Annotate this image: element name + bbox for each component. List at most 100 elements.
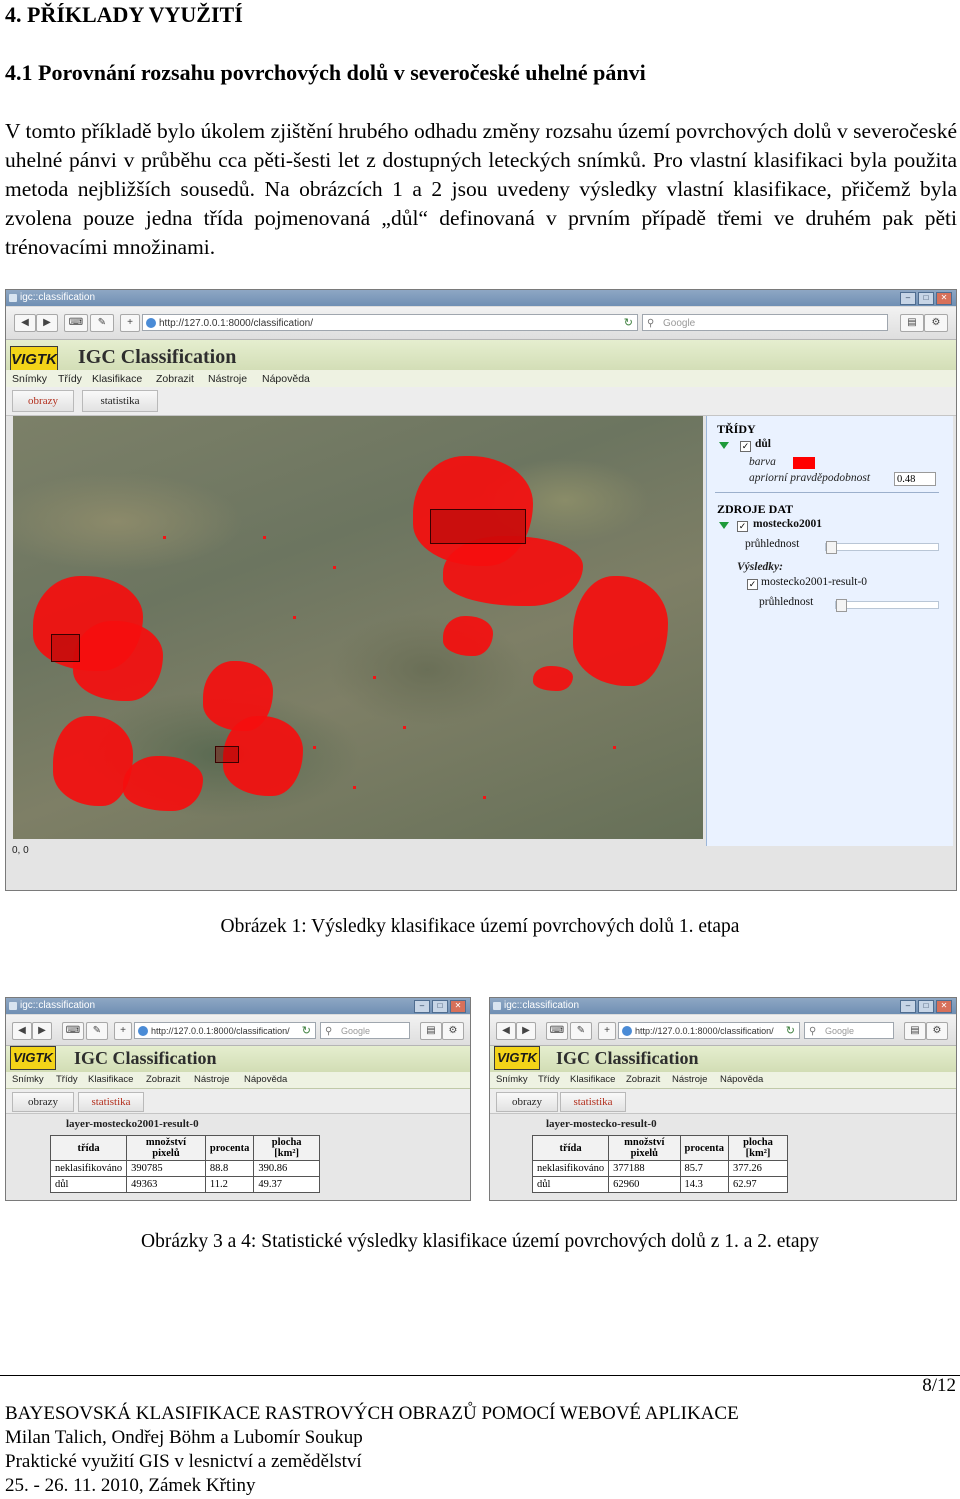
expand-triangle-icon[interactable] <box>719 442 729 449</box>
maximize-icon[interactable]: □ <box>918 292 934 305</box>
menu-zobrazit[interactable]: Zobrazit <box>626 1074 660 1085</box>
table-row: důl 49363 11.2 49.37 <box>49 1176 320 1193</box>
prior-label: apriorní pravděpodobnost <box>749 472 871 484</box>
search-input[interactable]: ⚲ Google <box>320 1022 410 1039</box>
class-color-swatch[interactable] <box>793 457 815 469</box>
tab-obrazy[interactable]: obrazy <box>12 390 74 412</box>
menu-klasifikace[interactable]: Klasifikace <box>570 1074 615 1085</box>
close-icon[interactable]: ✕ <box>450 1000 466 1013</box>
page-menu-icon[interactable]: ▤ <box>420 1022 442 1040</box>
forward-button[interactable]: ▶ <box>36 314 58 332</box>
training-set-box[interactable] <box>430 509 526 544</box>
close-icon[interactable]: ✕ <box>936 1000 952 1013</box>
aerial-map[interactable] <box>13 416 703 839</box>
menu-nastroje[interactable]: Nástroje <box>194 1074 229 1085</box>
menu-snimky[interactable]: Snímky <box>12 1074 44 1085</box>
gear-icon[interactable]: ⚙ <box>442 1022 464 1040</box>
table-row: neklasifikováno 377188 85.7 377.26 <box>531 1160 788 1177</box>
close-icon[interactable]: ✕ <box>936 292 952 305</box>
figure-3-4-caption: Obrázky 3 a 4: Statistické výsledky klas… <box>141 1231 819 1252</box>
keyboard-icon[interactable]: ⌨ <box>546 1022 568 1040</box>
page-menu-icon[interactable]: ▤ <box>904 1022 926 1040</box>
minimize-icon[interactable]: – <box>900 1000 916 1013</box>
cell: 390785 <box>126 1160 206 1177</box>
tab-statistika[interactable]: statistika <box>560 1092 626 1112</box>
reload-icon[interactable]: ↻ <box>302 1023 311 1040</box>
search-placeholder: Google <box>663 318 696 329</box>
data-source-checkbox[interactable]: ✓ <box>737 521 748 532</box>
menu-napoveda[interactable]: Nápověda <box>262 373 310 385</box>
browser-toolbar: ◀ ▶ ⌨ ✎ + http://127.0.0.1:8000/classifi… <box>6 1015 470 1046</box>
search-input[interactable]: ⚲ Google <box>804 1022 894 1039</box>
back-button[interactable]: ◀ <box>12 1022 32 1040</box>
page-number: 8/12 <box>922 1375 956 1396</box>
app-menubar: Snímky Třídy Klasifikace Zobrazit Nástro… <box>490 1072 956 1089</box>
reload-icon[interactable]: ↻ <box>786 1023 795 1040</box>
back-button[interactable]: ◀ <box>496 1022 516 1040</box>
menu-tridy[interactable]: Třídy <box>56 1074 78 1085</box>
menu-napoveda[interactable]: Nápověda <box>720 1074 763 1085</box>
menu-zobrazit[interactable]: Zobrazit <box>146 1074 180 1085</box>
new-tab-button[interactable]: + <box>598 1022 616 1040</box>
gear-icon[interactable]: ⚙ <box>924 314 948 332</box>
minimize-icon[interactable]: – <box>414 1000 430 1013</box>
table-header-row: třída množství pixelů procenta plocha [k… <box>49 1135 320 1161</box>
leaf-icon[interactable]: ✎ <box>86 1022 108 1040</box>
page-menu-icon[interactable]: ▤ <box>900 314 924 332</box>
result-opacity-slider[interactable] <box>835 599 939 612</box>
menu-tridy[interactable]: Třídy <box>58 373 82 385</box>
back-button[interactable]: ◀ <box>14 314 36 332</box>
menu-zobrazit[interactable]: Zobrazit <box>156 373 194 385</box>
classified-pixel <box>293 616 296 619</box>
menu-napoveda[interactable]: Nápověda <box>244 1074 287 1085</box>
training-set-box[interactable] <box>215 746 239 763</box>
training-set-box[interactable] <box>51 634 80 662</box>
mine-region <box>533 666 573 691</box>
url-input[interactable]: http://127.0.0.1:8000/classification/ ↻ <box>618 1022 800 1039</box>
tab-obrazy[interactable]: obrazy <box>12 1092 74 1112</box>
prior-input[interactable]: 0.48 <box>894 472 936 486</box>
reload-icon[interactable]: ↻ <box>624 315 633 332</box>
mine-region <box>443 536 583 606</box>
table-header-row: třída množství pixelů procenta plocha [k… <box>531 1135 788 1161</box>
menu-snimky[interactable]: Snímky <box>496 1074 528 1085</box>
menu-tridy[interactable]: Třídy <box>538 1074 560 1085</box>
url-input[interactable]: http://127.0.0.1:8000/classification/ ↻ <box>142 314 638 331</box>
app-title: IGC Classification <box>74 1048 217 1068</box>
tab-statistika[interactable]: statistika <box>78 1092 144 1112</box>
tab-statistika[interactable]: statistika <box>82 390 158 412</box>
menu-nastroje[interactable]: Nástroje <box>672 1074 707 1085</box>
classified-pixel <box>613 746 616 749</box>
search-placeholder: Google <box>825 1026 855 1036</box>
column-header: plocha [km²] <box>253 1135 320 1161</box>
cell: 377.26 <box>728 1160 788 1177</box>
keyboard-icon[interactable]: ⌨ <box>64 314 88 332</box>
classified-pixel <box>313 746 316 749</box>
gear-icon[interactable]: ⚙ <box>926 1022 948 1040</box>
menu-snimky[interactable]: Snímky <box>12 373 47 385</box>
leaf-icon[interactable]: ✎ <box>570 1022 592 1040</box>
class-checkbox[interactable]: ✓ <box>740 441 751 452</box>
search-icon: ⚲ <box>647 318 655 329</box>
maximize-icon[interactable]: □ <box>432 1000 448 1013</box>
classes-header: TŘÍDY <box>717 422 756 436</box>
result-checkbox[interactable]: ✓ <box>747 579 758 590</box>
new-tab-button[interactable]: + <box>114 1022 132 1040</box>
forward-button[interactable]: ▶ <box>516 1022 536 1040</box>
opacity-slider[interactable] <box>825 541 939 554</box>
forward-button[interactable]: ▶ <box>32 1022 52 1040</box>
menu-klasifikace[interactable]: Klasifikace <box>92 373 142 385</box>
expand-triangle-icon[interactable] <box>719 522 729 529</box>
cell: 11.2 <box>204 1176 255 1193</box>
keyboard-icon[interactable]: ⌨ <box>62 1022 84 1040</box>
maximize-icon[interactable]: □ <box>918 1000 934 1013</box>
minimize-icon[interactable]: – <box>900 292 916 305</box>
tab-obrazy[interactable]: obrazy <box>496 1092 558 1112</box>
app-tabs: obrazy statistika <box>490 1089 956 1114</box>
new-tab-button[interactable]: + <box>120 314 140 332</box>
menu-klasifikace[interactable]: Klasifikace <box>88 1074 133 1085</box>
menu-nastroje[interactable]: Nástroje <box>208 373 247 385</box>
leaf-icon[interactable]: ✎ <box>90 314 114 332</box>
search-input[interactable]: ⚲ Google <box>642 314 888 331</box>
url-input[interactable]: http://127.0.0.1:8000/classification/ ↻ <box>134 1022 316 1039</box>
